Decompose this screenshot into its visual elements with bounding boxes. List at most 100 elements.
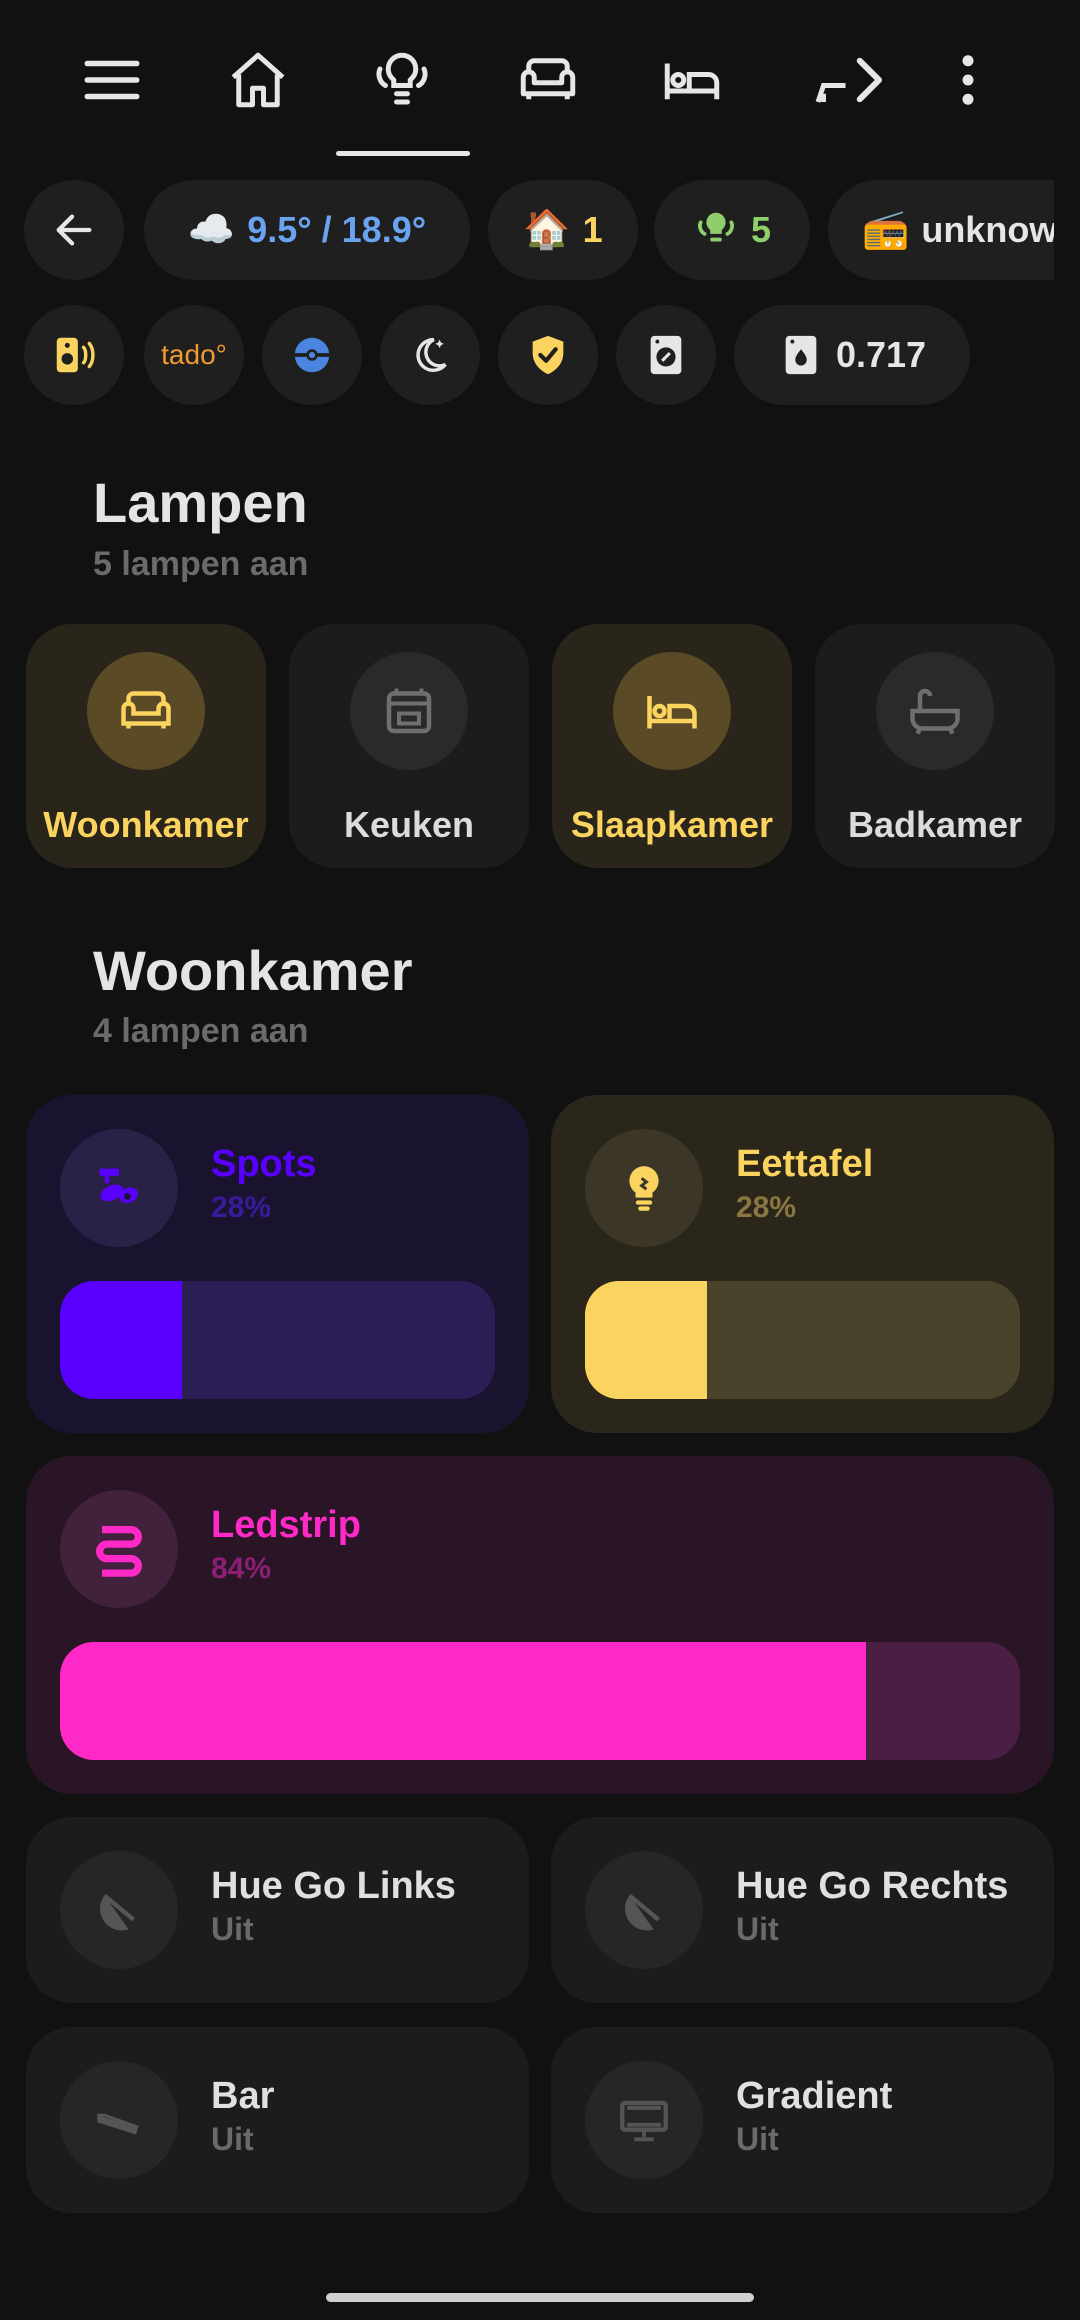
bathtub-icon bbox=[910, 688, 960, 735]
room-badkamer[interactable]: Badkamer bbox=[815, 624, 1055, 868]
light-toggle[interactable] bbox=[60, 2061, 178, 2179]
sofa-icon bbox=[121, 691, 171, 729]
brightness-fill bbox=[60, 1281, 182, 1399]
tado-logo: tado° bbox=[161, 339, 227, 370]
light-name: Gradient bbox=[736, 2075, 893, 2117]
home-icon[interactable] bbox=[218, 40, 298, 120]
speaker-icon bbox=[56, 337, 95, 373]
back-button[interactable] bbox=[24, 180, 124, 280]
media-player-state: unknow bbox=[921, 209, 1054, 250]
house-icon: 🏠 bbox=[523, 209, 571, 251]
light-state: Uit bbox=[211, 2121, 254, 2157]
light-name: Bar bbox=[211, 2075, 275, 2117]
dots-vertical-icon[interactable] bbox=[928, 40, 1008, 120]
room-icon-circle bbox=[613, 652, 731, 770]
home-presence-chip[interactable]: 🏠 1 bbox=[488, 180, 638, 280]
light-toggle[interactable] bbox=[60, 1129, 178, 1247]
light-toggle[interactable] bbox=[60, 1490, 178, 1608]
pokeball-chip[interactable] bbox=[262, 305, 362, 405]
cloud-icon: ☁️ bbox=[187, 209, 236, 251]
security-chip[interactable] bbox=[498, 305, 598, 405]
light-card-bar[interactable]: Bar Uit bbox=[26, 2027, 529, 2213]
tado-chip[interactable]: tado° bbox=[144, 305, 244, 405]
light-name: Eettafel bbox=[736, 1143, 874, 1185]
room-label: Woonkamer bbox=[43, 804, 249, 845]
active-tab-indicator bbox=[336, 151, 470, 156]
weather-chip[interactable]: ☁️ 9.5° / 18.9° bbox=[144, 180, 470, 280]
speaker-chip[interactable] bbox=[24, 305, 124, 405]
brightness-slider[interactable] bbox=[585, 1281, 1020, 1399]
room-woonkamer[interactable]: Woonkamer bbox=[26, 624, 266, 868]
pokeball-icon bbox=[294, 337, 330, 373]
bed-icon[interactable] bbox=[652, 40, 732, 120]
light-card-hue-go-links[interactable]: Hue Go Links Uit bbox=[26, 1817, 529, 2003]
light-toggle[interactable] bbox=[585, 1129, 703, 1247]
light-card-hue-go-rechts[interactable]: Hue Go Rechts Uit bbox=[551, 1817, 1054, 2003]
moon-stars-icon bbox=[416, 337, 447, 372]
room-slaapkamer[interactable]: Slaapkamer bbox=[552, 624, 792, 868]
gradient-lightstrip-icon bbox=[620, 2100, 668, 2142]
stove-icon bbox=[386, 688, 432, 734]
lights-on-count: 5 bbox=[750, 209, 772, 250]
led-strip-icon bbox=[96, 1526, 142, 1577]
room-label: Badkamer bbox=[847, 804, 1023, 845]
woonkamer-title: Woonkamer bbox=[93, 939, 413, 1002]
light-state: Uit bbox=[736, 1911, 779, 1947]
bed-icon bbox=[647, 696, 697, 729]
woonkamer-subtitle: 4 lampen aan bbox=[93, 1012, 309, 1050]
radio-icon: 📻 bbox=[862, 209, 910, 251]
top-navigation bbox=[0, 0, 1080, 160]
media-player-chip[interactable]: 📻 unknow bbox=[828, 180, 1054, 280]
light-card-eettafel: Eettafel 28% bbox=[551, 1095, 1054, 1433]
night-mode-chip[interactable] bbox=[380, 305, 480, 405]
light-name: Ledstrip bbox=[211, 1504, 361, 1546]
water-usage-chip[interactable]: 0.717 bbox=[734, 305, 970, 405]
light-state: Uit bbox=[736, 2121, 779, 2157]
light-toggle[interactable] bbox=[585, 2061, 703, 2179]
menu-icon[interactable] bbox=[72, 40, 152, 120]
chevron-right-icon[interactable] bbox=[828, 40, 908, 120]
light-card-ledstrip: Ledstrip 84% bbox=[26, 1456, 1054, 1794]
light-name: Spots bbox=[211, 1143, 317, 1185]
light-brightness: 28% bbox=[211, 1191, 272, 1224]
ceiling-light-icon bbox=[697, 212, 734, 242]
spotlight-icon bbox=[99, 1168, 138, 1203]
lampen-title: Lampen bbox=[93, 471, 308, 534]
water-meter-icon bbox=[785, 335, 817, 375]
light-bar-icon bbox=[97, 2113, 139, 2135]
water-usage-value: 0.717 bbox=[835, 334, 927, 375]
light-card-gradient[interactable]: Gradient Uit bbox=[551, 2027, 1054, 2213]
arrow-left-icon bbox=[56, 214, 92, 246]
room-icon-circle bbox=[876, 652, 994, 770]
brightness-fill bbox=[585, 1281, 707, 1399]
light-state: Uit bbox=[211, 1911, 254, 1947]
room-icon-circle bbox=[87, 652, 205, 770]
room-keuken[interactable]: Keuken bbox=[289, 624, 529, 868]
brightness-slider[interactable] bbox=[60, 1281, 495, 1399]
washing-machine-icon bbox=[650, 335, 682, 375]
ceiling-light-icon[interactable] bbox=[362, 40, 442, 120]
lampen-subtitle: 5 lampen aan bbox=[93, 545, 309, 583]
light-name: Hue Go Links bbox=[211, 1865, 456, 1907]
room-label: Slaapkamer bbox=[570, 804, 774, 845]
room-icon-circle bbox=[350, 652, 468, 770]
light-brightness: 84% bbox=[211, 1552, 272, 1585]
light-toggle[interactable] bbox=[585, 1851, 703, 1969]
light-card-spots: Spots 28% bbox=[26, 1095, 529, 1433]
light-toggle[interactable] bbox=[60, 1851, 178, 1969]
lightbulb-icon bbox=[629, 1166, 659, 1211]
brightness-slider[interactable] bbox=[60, 1642, 1020, 1760]
light-brightness: 28% bbox=[736, 1191, 797, 1224]
room-label: Keuken bbox=[343, 804, 475, 845]
hue-go-icon bbox=[625, 1893, 660, 1931]
brightness-fill bbox=[60, 1642, 867, 1760]
light-name: Hue Go Rechts bbox=[736, 1865, 1009, 1907]
sofa-icon[interactable] bbox=[508, 40, 588, 120]
washing-machine-chip[interactable] bbox=[616, 305, 716, 405]
home-presence-count: 1 bbox=[582, 209, 603, 250]
weather-temperature: 9.5° / 18.9° bbox=[247, 209, 427, 250]
shield-check-icon bbox=[532, 335, 564, 375]
hue-go-icon bbox=[100, 1893, 135, 1931]
home-indicator[interactable] bbox=[326, 2293, 754, 2302]
lights-on-chip[interactable]: 5 bbox=[654, 180, 810, 280]
